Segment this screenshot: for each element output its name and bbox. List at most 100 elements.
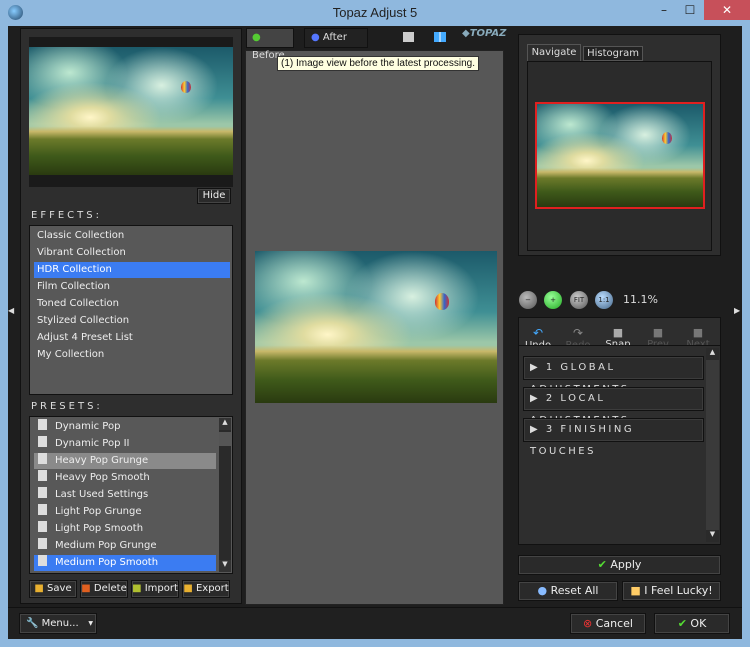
split-view-icon[interactable] <box>434 32 446 42</box>
zoom-out-button[interactable]: − <box>519 291 537 309</box>
tab-after-label: After <box>322 32 347 43</box>
scroll-up-button[interactable]: ▲ <box>706 348 719 360</box>
preset-item[interactable]: Heavy Pop Smooth <box>34 470 216 486</box>
zoom-fit-button[interactable]: FIT <box>570 291 588 309</box>
preset-item[interactable]: Medium Pop Grunge <box>34 538 216 554</box>
navigator-view[interactable] <box>527 61 712 251</box>
prev-icon: ■ <box>652 326 664 339</box>
effect-item[interactable]: Classic Collection <box>34 228 230 244</box>
preset-item[interactable]: Dynamic Pop <box>34 419 216 435</box>
close-button[interactable]: ✕ <box>704 0 750 20</box>
main-image <box>255 251 497 403</box>
cancel-button[interactable]: ⊗ Cancel <box>570 613 646 634</box>
navigator-panel: Navigate Histogram <box>518 34 721 256</box>
presets-list: ▲ ▼ Dynamic Pop Dynamic Pop II Heavy Pop G… <box>29 416 233 574</box>
balloon <box>435 293 449 310</box>
preset-item[interactable]: Last Used Settings <box>34 487 216 503</box>
save-icon: ■ <box>34 583 44 594</box>
preset-file-icon <box>38 419 47 430</box>
title-bar: Topaz Adjust 5 – ☐ ✕ <box>0 0 750 26</box>
balloon <box>662 132 672 144</box>
export-label: Export <box>195 583 229 594</box>
preset-item[interactable]: Light Pop Grunge <box>34 504 216 520</box>
preset-item[interactable]: Heavy Pop Grunge <box>34 453 216 469</box>
scroll-up-button[interactable]: ▲ <box>219 418 231 430</box>
collapse-left-arrow[interactable]: ◀ <box>8 306 14 315</box>
effect-item[interactable]: Film Collection <box>34 279 230 295</box>
effect-item[interactable]: Adjust 4 Preset List <box>34 330 230 346</box>
dice-icon: ■ <box>630 584 641 597</box>
preset-item[interactable]: Medium Pop Smooth <box>34 555 216 571</box>
hide-button[interactable]: Hide <box>197 188 231 204</box>
delete-button[interactable]: ■ Delete <box>80 580 128 598</box>
effect-item[interactable]: Stylized Collection <box>34 313 230 329</box>
apply-button[interactable]: ✔ Apply <box>518 555 721 575</box>
import-label: Import <box>144 583 178 594</box>
import-button[interactable]: ■ Import <box>131 580 179 598</box>
zoom-1to1-button[interactable]: 1:1 <box>595 291 613 309</box>
menu-button[interactable]: 🔧 Menu... ▼ <box>19 613 97 634</box>
adjustments-panel: ▶ 1 GLOBAL ADJUSTMENTS ▶ 2 LOCAL ADJUSTM… <box>518 345 721 545</box>
preset-label: Dynamic Pop <box>55 421 121 432</box>
tab-navigate[interactable]: Navigate <box>527 44 581 61</box>
effect-item[interactable]: HDR Collection <box>34 262 230 278</box>
scroll-thumb[interactable] <box>219 432 231 446</box>
single-view-icon[interactable] <box>403 32 414 42</box>
preview-thumbnail <box>29 47 233 175</box>
menu-label: Menu... <box>41 618 79 629</box>
lucky-label: I Feel Lucky! <box>644 584 713 597</box>
preset-file-icon <box>38 470 47 481</box>
redo-icon: ↷ <box>572 326 584 340</box>
preset-item[interactable]: Dynamic Pop II <box>34 436 216 452</box>
ok-button[interactable]: ✔ OK <box>654 613 730 634</box>
effect-item[interactable]: Vibrant Collection <box>34 245 230 261</box>
section-global-adjustments[interactable]: ▶ 1 GLOBAL ADJUSTMENTS <box>523 356 704 395</box>
maximize-button[interactable]: ☐ <box>678 0 702 20</box>
effect-item[interactable]: Toned Collection <box>34 296 230 312</box>
export-icon: ■ <box>183 583 193 594</box>
export-button[interactable]: ■ Export <box>182 580 230 598</box>
effect-item[interactable]: My Collection <box>34 347 230 363</box>
next-icon: ■ <box>692 326 704 339</box>
undo-icon: ↶ <box>532 326 544 340</box>
minimize-button[interactable]: – <box>652 0 676 20</box>
tab-after[interactable]: ● After <box>304 28 368 48</box>
preset-label: Medium Pop Smooth <box>55 557 159 568</box>
feel-lucky-button[interactable]: ■ I Feel Lucky! <box>622 581 721 601</box>
preset-file-icon <box>38 521 47 532</box>
ok-label: OK <box>690 617 707 630</box>
reset-icon: ● <box>537 584 548 597</box>
tab-before[interactable]: ● Before <box>246 28 294 61</box>
scroll-down-button[interactable]: ▼ <box>706 530 719 542</box>
preset-item[interactable]: Light Pop Smooth <box>34 521 216 537</box>
navigator-thumbnail[interactable] <box>535 102 705 209</box>
dropdown-arrow-icon: ▼ <box>88 620 93 627</box>
adjustments-scrollbar[interactable]: ▲ ▼ <box>706 348 719 542</box>
app-body: ◀ ▶ Hide EFFECTS: Classic Collection Vibr… <box>8 26 742 639</box>
apply-label: Apply <box>610 558 642 571</box>
preset-label: Last Used Settings <box>55 489 149 500</box>
reset-label: Reset All <box>550 584 599 597</box>
scroll-down-button[interactable]: ▼ <box>219 560 231 572</box>
section-finishing-touches[interactable]: ▶ 3 FINISHING TOUCHES <box>523 418 704 457</box>
preset-label: Heavy Pop Grunge <box>55 455 149 466</box>
blue-dot-icon: ● <box>311 32 320 43</box>
wrench-icon: 🔧 <box>26 618 39 629</box>
save-button[interactable]: ■ Save <box>29 580 77 598</box>
delete-icon: ■ <box>81 583 91 594</box>
window-title: Topaz Adjust 5 <box>332 5 418 20</box>
preview-frame <box>29 37 233 187</box>
collapse-right-arrow[interactable]: ▶ <box>734 306 740 315</box>
effects-label: EFFECTS: <box>31 210 102 221</box>
topaz-logo: ◆TOPAZ <box>462 28 507 39</box>
presets-scrollbar[interactable]: ▲ ▼ <box>219 418 231 572</box>
section-local-adjustments[interactable]: ▶ 2 LOCAL ADJUSTMENTS <box>523 387 704 426</box>
reset-all-button[interactable]: ● Reset All <box>518 581 618 601</box>
image-canvas[interactable] <box>245 50 504 605</box>
cancel-icon: ⊗ <box>583 617 593 630</box>
import-icon: ■ <box>132 583 142 594</box>
delete-label: Delete <box>93 583 127 594</box>
preset-file-icon <box>38 504 47 515</box>
tab-histogram[interactable]: Histogram <box>583 46 643 61</box>
zoom-in-button[interactable]: + <box>544 291 562 309</box>
